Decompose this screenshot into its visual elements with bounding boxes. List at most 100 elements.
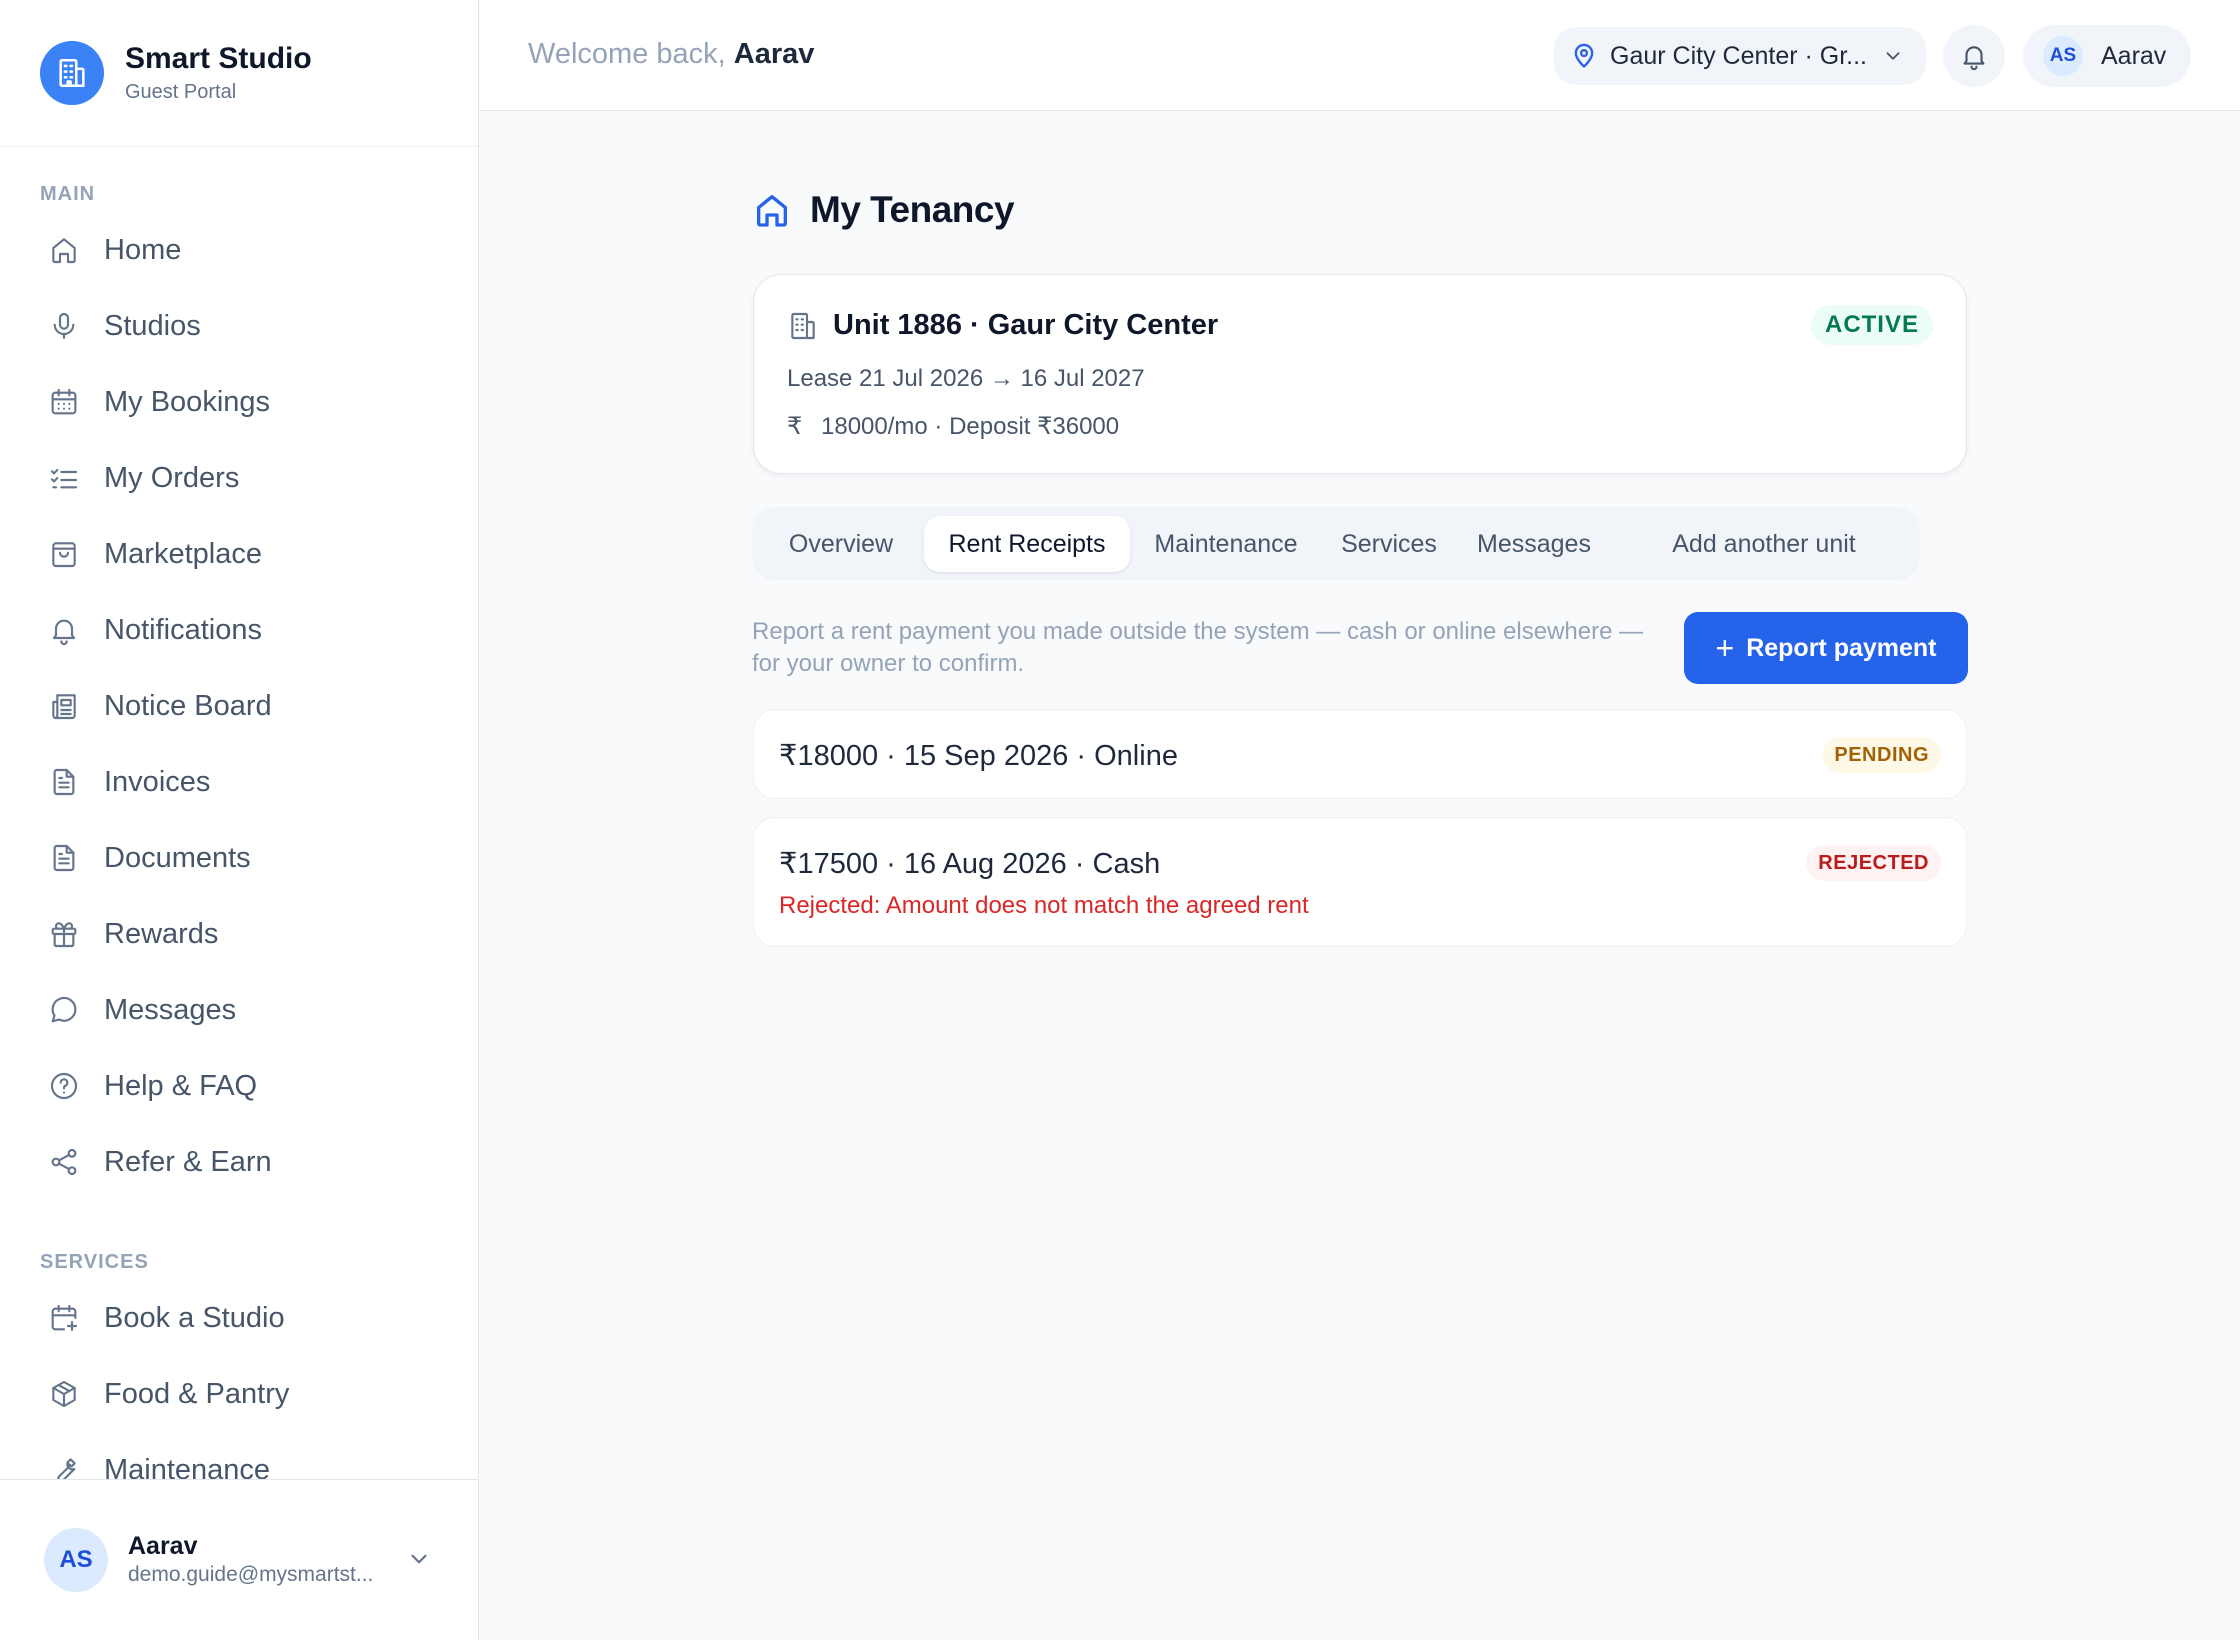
plus-icon: + [1715, 630, 1735, 666]
chevron-down-icon [1886, 52, 1900, 60]
help-circle-icon [50, 1072, 78, 1100]
user-name: Aarav [2101, 41, 2167, 70]
section-label-services: SERVICES [40, 1251, 149, 1273]
checklist-icon [50, 468, 78, 489]
location-selector[interactable]: Gaur City Center · Gr... [1554, 27, 1926, 85]
sidebar-item-notifications[interactable]: Notifications [0, 592, 478, 668]
sidebar-item-label: Notice Board [104, 689, 272, 722]
sidebar-item-label: Messages [104, 993, 237, 1026]
user-menu-button[interactable]: AS Aarav [2023, 25, 2191, 87]
microphone-icon [53, 312, 75, 340]
rejection-note: Rejected: Amount does not match the agre… [779, 892, 1309, 919]
sidebar-item-my-orders[interactable]: My Orders [0, 440, 478, 516]
sidebar-item-help-faq[interactable]: Help & FAQ [0, 1048, 478, 1124]
wrench-icon [57, 1458, 76, 1479]
receipt-summary: ₹18000 · 15 Sep 2026 · Online [779, 740, 1178, 772]
avatar: AS [2043, 36, 2083, 76]
sidebar-item-my-bookings[interactable]: My Bookings [0, 364, 478, 440]
list-item[interactable]: ₹18000 · 15 Sep 2026 · Online PENDING [753, 709, 1967, 799]
top-bar: Welcome back, Aarav Gaur City Center · G… [480, 0, 2240, 111]
newspaper-icon [52, 694, 76, 720]
gift-icon [51, 922, 77, 948]
sidebar-item-studios[interactable]: Studios [0, 288, 478, 364]
package-icon [52, 1380, 76, 1408]
avatar: AS [44, 1528, 108, 1592]
home-icon [757, 195, 787, 227]
section-label-main: MAIN [40, 183, 96, 205]
sidebar-item-label: Studios [104, 309, 201, 342]
sidebar-item-book-a-studio[interactable]: Book a Studio [0, 1280, 478, 1356]
chevron-down-icon[interactable] [406, 1546, 432, 1572]
bell-icon [1963, 46, 1985, 71]
lease-dates: Lease 21 Jul 2026 → 16 Jul 2027 [787, 365, 1145, 392]
report-payment-button[interactable]: + Report payment [1684, 612, 1968, 684]
sidebar-item-label: Home [104, 233, 182, 266]
tab-overview[interactable]: Overview [760, 516, 922, 572]
home-icon [52, 238, 76, 264]
calendar-icon [51, 388, 77, 415]
brand[interactable]: Smart Studio Guest Portal [0, 0, 478, 147]
tab-rent-receipts[interactable]: Rent Receipts [924, 516, 1130, 572]
sidebar-item-rewards[interactable]: Rewards [0, 896, 478, 972]
status-badge: PENDING [1822, 737, 1941, 773]
building-icon [791, 312, 815, 339]
share-icon [51, 1148, 77, 1176]
shopping-bag-icon [52, 542, 76, 568]
status-badge: ACTIVE [1810, 305, 1933, 345]
map-pin-icon [1574, 43, 1594, 68]
sidebar-item-label: Help & FAQ [104, 1069, 258, 1102]
sidebar-item-label: My Orders [104, 461, 240, 494]
unit-card: Unit 1886 · Gaur City Center ACTIVE Leas… [753, 274, 1967, 474]
list-item[interactable]: ₹17500 · 16 Aug 2026 · Cash REJECTED Rej… [753, 817, 1967, 947]
chat-icon [51, 996, 77, 1023]
account-email: demo.guide@mysmartst... [128, 1563, 374, 1586]
welcome-prefix: Welcome back, [528, 38, 726, 70]
sidebar-item-label: Book a Studio [104, 1301, 285, 1334]
sidebar: Smart Studio Guest Portal MAIN Home Stud… [0, 0, 479, 1640]
notifications-button[interactable] [1943, 25, 2005, 87]
sidebar-item-label: Invoices [104, 765, 211, 798]
welcome-name: Aarav [733, 38, 815, 70]
page-title-text: My Tenancy [810, 189, 1015, 230]
tenancy-tabs: Overview Rent Receipts Maintenance Servi… [752, 507, 1920, 580]
rupee-icon: ₹ [787, 413, 803, 440]
location-label: Gaur City Center · Gr... [1610, 41, 1868, 70]
tab-maintenance[interactable]: Maintenance [1136, 516, 1316, 572]
sidebar-item-label: Refer & Earn [104, 1145, 272, 1178]
sidebar-item-label: My Bookings [104, 385, 271, 418]
receipt-summary: ₹17500 · 16 Aug 2026 · Cash [779, 848, 1161, 880]
brand-title: Smart Studio [125, 42, 312, 75]
document-icon [53, 844, 75, 872]
sidebar-item-label: Rewards [104, 917, 219, 950]
account-name: Aarav [128, 1532, 198, 1560]
user-account-menu[interactable]: AS Aarav demo.guide@mysmartst... [0, 1479, 478, 1640]
file-text-icon [53, 768, 75, 796]
report-hint: Report a rent payment you made outside t… [752, 618, 1644, 677]
tab-messages[interactable]: Messages [1462, 516, 1606, 572]
rent-info: ₹ 18000/mo · Deposit ₹36000 [787, 412, 1119, 441]
building-logo-icon [40, 41, 104, 105]
welcome-message: Welcome back, Aarav [528, 38, 814, 71]
bell-icon [52, 619, 76, 645]
sidebar-item-invoices[interactable]: Invoices [0, 744, 478, 820]
sidebar-item-label: Maintenance [104, 1453, 271, 1480]
sidebar-item-documents[interactable]: Documents [0, 820, 478, 896]
sidebar-item-maintenance[interactable]: Maintenance [0, 1432, 478, 1479]
sidebar-item-label: Notifications [104, 613, 262, 646]
sidebar-item-home[interactable]: Home [0, 212, 478, 288]
sidebar-item-messages[interactable]: Messages [0, 972, 478, 1048]
calendar-plus-icon [51, 1304, 78, 1332]
tab-services[interactable]: Services [1324, 516, 1454, 572]
sidebar-nav[interactable]: MAIN Home Studios My Bookings My Orders … [0, 148, 478, 1479]
sidebar-item-notice-board[interactable]: Notice Board [0, 668, 478, 744]
tab-add-another-unit[interactable]: Add another unit [1614, 516, 1914, 572]
unit-title: Unit 1886 · Gaur City Center [833, 309, 1219, 341]
sidebar-item-label: Food & Pantry [104, 1377, 290, 1410]
sidebar-item-marketplace[interactable]: Marketplace [0, 516, 478, 592]
sidebar-item-refer-earn[interactable]: Refer & Earn [0, 1124, 478, 1200]
status-badge: REJECTED [1806, 845, 1941, 881]
brand-subtitle: Guest Portal [125, 81, 237, 103]
rent-deposit-text: 18000/mo · Deposit ₹36000 [821, 413, 1120, 440]
sidebar-item-food-pantry[interactable]: Food & Pantry [0, 1356, 478, 1432]
report-payment-label: Report payment [1746, 633, 1937, 662]
